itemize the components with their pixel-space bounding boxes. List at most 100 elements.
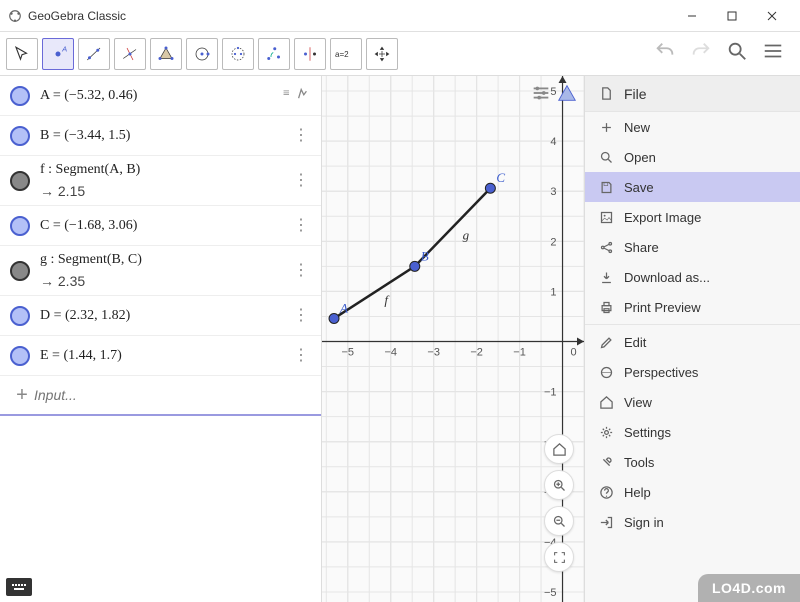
svg-text:g: g (463, 227, 470, 242)
algebra-row[interactable]: C = (−1.68, 3.06)⋮ (0, 206, 321, 246)
redo-button[interactable] (690, 40, 712, 67)
window-title: GeoGebra Classic (28, 9, 672, 23)
svg-text:≡: ≡ (283, 87, 290, 99)
algebra-row[interactable]: E = (1.44, 1.7)⋮ (0, 336, 321, 376)
menu-item-export[interactable]: Export Image (585, 202, 800, 232)
zoom-out-button[interactable] (544, 506, 574, 536)
menu-item-label: Settings (624, 425, 671, 440)
main-menu: File NewOpenSaveExport Image Share Downloa… (584, 76, 800, 602)
menu-item-signin[interactable]: Sign in (585, 507, 800, 537)
download-icon (599, 270, 614, 285)
algebra-expr: f : Segment(A, B)→ 2.15 (40, 160, 287, 201)
svg-text:−2: −2 (470, 347, 483, 359)
tool-polygon[interactable] (150, 38, 182, 70)
menu-item-print[interactable]: Print Preview (585, 292, 800, 322)
svg-text:−5: −5 (341, 347, 354, 359)
menu-item-help[interactable]: Help (585, 477, 800, 507)
menu-item-label: Sign in (624, 515, 664, 530)
graphics-panel[interactable]: −5−4−3−2−10−5−4−3−2−112345fgABC (322, 76, 584, 602)
svg-text:0: 0 (571, 347, 577, 359)
tool-perpendicular[interactable] (114, 38, 146, 70)
menu-item-save[interactable]: Save (585, 172, 800, 202)
title-bar: GeoGebra Classic (0, 0, 800, 32)
new-icon (599, 120, 614, 135)
algebra-expr: B = (−3.44, 1.5) (40, 126, 287, 146)
svg-text:3: 3 (550, 186, 556, 198)
tool-text[interactable]: a=2 (330, 38, 362, 70)
svg-text:A: A (339, 300, 348, 315)
more-icon[interactable]: ⋮ (287, 308, 315, 324)
svg-text:−5: −5 (544, 587, 557, 599)
tool-circle[interactable] (186, 38, 218, 70)
view-icon (599, 395, 614, 410)
undo-button[interactable] (654, 40, 676, 67)
menu-item-label: Tools (624, 455, 654, 470)
menu-item-view[interactable]: View (585, 387, 800, 417)
export-icon (599, 210, 614, 225)
graphics-settings-icon[interactable] (530, 82, 552, 104)
menu-item-label: Help (624, 485, 651, 500)
algebra-row[interactable]: g : Segment(B, C)→ 2.35⋮ (0, 246, 321, 296)
print-icon (599, 300, 614, 315)
more-icon[interactable]: ⋮ (287, 348, 315, 364)
search-button[interactable] (726, 40, 748, 67)
algebra-row[interactable]: D = (2.32, 1.82)⋮ (0, 296, 321, 336)
menu-item-label: Download as... (624, 270, 710, 285)
hamburger-menu-button[interactable] (762, 40, 784, 67)
algebra-expr: g : Segment(B, C)→ 2.35 (40, 250, 287, 291)
add-icon: + (10, 384, 34, 407)
more-icon[interactable]: ⋮ (287, 128, 315, 144)
home-button[interactable] (544, 434, 574, 464)
visibility-toggle[interactable] (10, 126, 30, 146)
svg-text:2: 2 (550, 236, 556, 248)
visibility-toggle[interactable] (10, 261, 30, 281)
tool-move-view[interactable] (366, 38, 398, 70)
menu-item-label: Print Preview (624, 300, 701, 315)
algebra-row[interactable]: A = (−5.32, 0.46)≡ (0, 76, 321, 116)
menu-item-tools[interactable]: Tools (585, 447, 800, 477)
tool-line[interactable] (78, 38, 110, 70)
tool-reflect[interactable] (294, 38, 326, 70)
menu-item-open[interactable]: Open (585, 142, 800, 172)
tool-angle[interactable] (258, 38, 290, 70)
algebra-expr: E = (1.44, 1.7) (40, 346, 287, 366)
input-row[interactable]: + (0, 376, 321, 416)
svg-text:−1: −1 (544, 387, 557, 399)
visibility-toggle[interactable] (10, 346, 30, 366)
tool-pointer[interactable] (6, 38, 38, 70)
keyboard-toggle-button[interactable] (6, 578, 32, 596)
tool-ellipse[interactable] (222, 38, 254, 70)
menu-item-share[interactable]: Share (585, 232, 800, 262)
zoom-in-button[interactable] (544, 470, 574, 500)
maximize-button[interactable] (712, 2, 752, 30)
visibility-toggle[interactable] (10, 86, 30, 106)
close-button[interactable] (752, 2, 792, 30)
tool-point[interactable]: A (42, 38, 74, 70)
settings-icon (599, 425, 614, 440)
visibility-toggle[interactable] (10, 216, 30, 236)
menu-item-settings[interactable]: Settings (585, 417, 800, 447)
menu-item-download[interactable]: Download as... (585, 262, 800, 292)
minimize-button[interactable] (672, 2, 712, 30)
svg-text:C: C (496, 170, 505, 185)
fullscreen-button[interactable] (544, 542, 574, 572)
menu-item-edit[interactable]: Edit (585, 327, 800, 357)
menu-header-file[interactable]: File (585, 76, 800, 112)
more-icon[interactable]: ⋮ (287, 263, 315, 279)
algebra-input[interactable] (34, 387, 311, 403)
visibility-toggle[interactable] (10, 171, 30, 191)
sort-icon[interactable]: ≡ (277, 84, 315, 107)
svg-text:−4: −4 (384, 347, 397, 359)
menu-item-perspectives[interactable]: Perspectives (585, 357, 800, 387)
menu-item-new[interactable]: New (585, 112, 800, 142)
more-icon[interactable]: ⋮ (287, 218, 315, 234)
algebra-row[interactable]: B = (−3.44, 1.5)⋮ (0, 116, 321, 156)
algebra-row[interactable]: f : Segment(A, B)→ 2.15⋮ (0, 156, 321, 206)
help-icon (599, 485, 614, 500)
svg-text:A: A (61, 44, 67, 53)
more-icon[interactable]: ⋮ (287, 173, 315, 189)
visibility-toggle[interactable] (10, 306, 30, 326)
menu-item-label: Share (624, 240, 659, 255)
svg-text:−1: −1 (513, 347, 526, 359)
graphics-view-icon[interactable] (556, 82, 578, 104)
